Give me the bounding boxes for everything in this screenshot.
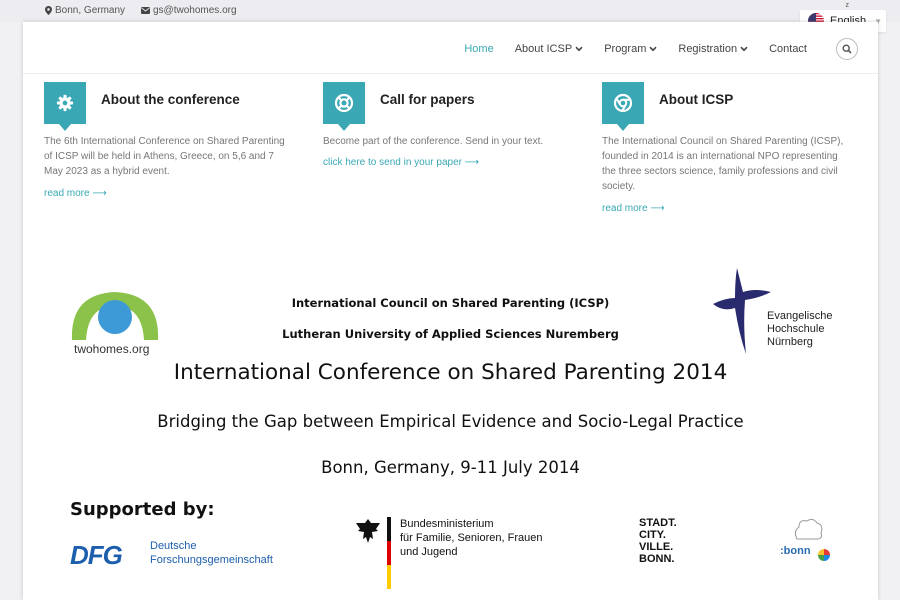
- chevron-down-icon: [740, 46, 748, 52]
- top-info-bar: Bonn, Germany gs@twohomes.org: [0, 0, 900, 22]
- card-title: Call for papers: [380, 92, 475, 107]
- german-flag-bar: [387, 517, 391, 589]
- card-icon-box: [602, 82, 644, 131]
- arrow-right-icon: ⟶: [92, 188, 107, 199]
- dfg-logo: DFG: [70, 540, 123, 570]
- read-more-link[interactable]: read more ⟶: [602, 201, 665, 216]
- banner-title: International Conference on Shared Paren…: [173, 360, 728, 385]
- nav-registration-label: Registration: [678, 43, 738, 55]
- email-info[interactable]: gs@twohomes.org: [141, 5, 237, 16]
- gear-icon: [56, 94, 74, 112]
- chevron-down-icon: [649, 46, 657, 52]
- main-nav: Home About ICSP Program Registration Con…: [464, 38, 858, 60]
- card-body: The International Council on Shared Pare…: [602, 134, 847, 216]
- stadt-bonn-logo: STADT. CITY. VILLE. BONN.: [639, 517, 677, 565]
- arrow-right-icon: ⟶: [464, 157, 480, 168]
- card-icon-box: [323, 82, 365, 131]
- card-text: Become part of the conference. Send in y…: [323, 136, 544, 147]
- send-paper-link[interactable]: click here to send in your paper ⟶: [323, 155, 479, 170]
- card-body: Become part of the conference. Send in y…: [323, 134, 568, 170]
- chevron-down-icon: [575, 46, 583, 52]
- read-more-label: read more: [44, 188, 90, 199]
- nav-about-label: About ICSP: [514, 43, 573, 55]
- card-icon-box: [44, 82, 86, 131]
- dfg-name: Deutsche Forschungsgemeinschaft: [150, 540, 273, 566]
- supported-by-heading: Supported by:: [70, 499, 215, 520]
- card-text: The 6th International Conference on Shar…: [44, 136, 285, 177]
- bonn-sketch-icon: [794, 518, 823, 540]
- nav-divider: [23, 73, 878, 74]
- send-paper-label: click here to send in your paper: [323, 157, 462, 168]
- federal-eagle-icon: [356, 519, 380, 543]
- arrow-right-icon: ⟶: [650, 203, 665, 214]
- read-more-link[interactable]: read more ⟶: [44, 186, 107, 201]
- nav-program-label: Program: [604, 43, 647, 55]
- nav-about-icsp[interactable]: About ICSP: [515, 43, 583, 55]
- envelope-icon: [141, 7, 150, 14]
- card-body: The 6th International Conference on Shar…: [44, 134, 289, 201]
- evh-label: Evangelische Hochschule Nürnberg: [767, 310, 833, 348]
- location-info: Bonn, Germany: [45, 5, 125, 16]
- banner-place-date: Bonn, Germany, 9-11 July 2014: [321, 458, 580, 477]
- conference-banner-image: twohomes.org International Council on Sh…: [23, 262, 878, 600]
- twohomes-label: twohomes.org: [74, 342, 150, 356]
- email-link[interactable]: gs@twohomes.org: [153, 5, 237, 16]
- nav-program[interactable]: Program: [604, 43, 657, 55]
- read-more-label: read more: [602, 203, 648, 214]
- bmfsfj-label: Bundesministerium für Familie, Senioren,…: [400, 518, 543, 558]
- bonn-rhein-logo: :bonn: [780, 545, 811, 557]
- page-container: Home About ICSP Program Registration Con…: [23, 22, 878, 600]
- card-title: About the conference: [101, 92, 240, 107]
- location-text: Bonn, Germany: [55, 5, 126, 16]
- language-mini-label: z: [845, 2, 850, 9]
- lifebuoy-icon: [334, 93, 354, 113]
- nav-registration[interactable]: Registration: [678, 43, 748, 55]
- card-text: The International Council on Shared Pare…: [602, 136, 844, 192]
- nav-contact[interactable]: Contact: [769, 43, 807, 55]
- colored-circle-icon: [818, 549, 830, 561]
- chrome-icon: [613, 93, 633, 113]
- evh-cross-logo-icon: [713, 268, 771, 354]
- search-icon: [842, 44, 852, 54]
- map-pin-icon: [45, 6, 52, 15]
- nav-home[interactable]: Home: [464, 43, 493, 55]
- search-button[interactable]: [836, 38, 858, 60]
- card-title: About ICSP: [659, 92, 734, 107]
- banner-subtitle: Bridging the Gap between Empirical Evide…: [157, 412, 744, 431]
